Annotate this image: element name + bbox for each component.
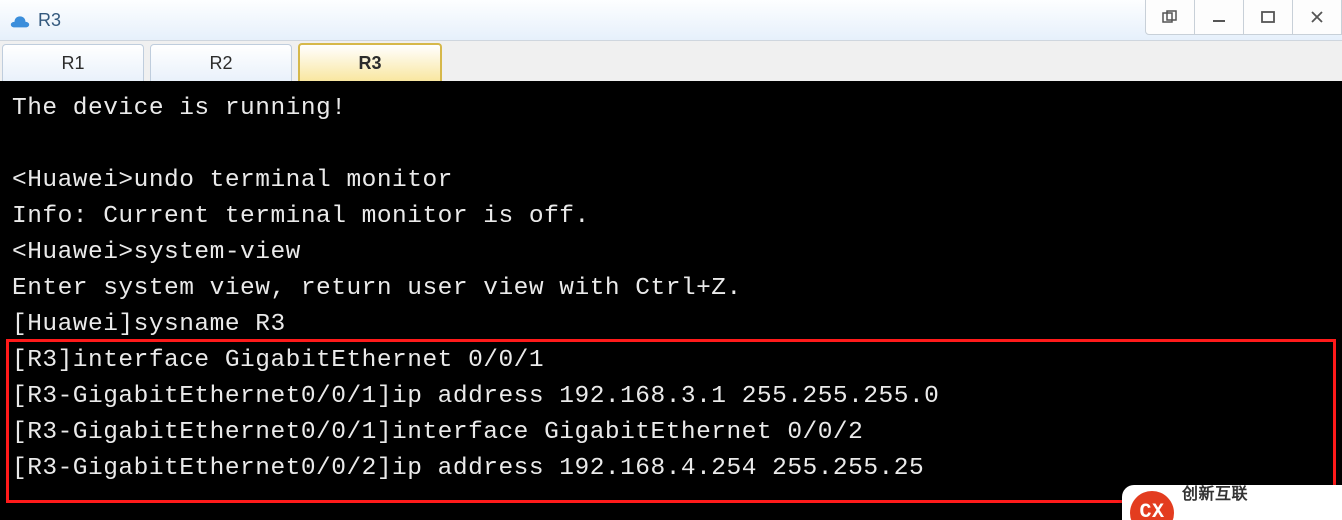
watermark-line2: CHUANG XIN HU LIAN (1182, 513, 1297, 520)
tab-label: R1 (61, 53, 84, 74)
tab-label: R2 (209, 53, 232, 74)
window-title: R3 (38, 10, 61, 31)
maximize-button[interactable] (1243, 0, 1293, 35)
watermark: CX 创新互联 CHUANG XIN HU LIAN (1122, 485, 1342, 520)
tab-row: R1 R2 R3 (0, 41, 1342, 81)
watermark-line1: 创新互联 (1182, 477, 1297, 513)
window-buttons (1146, 0, 1342, 35)
tab-label: R3 (358, 53, 381, 74)
tab-r2[interactable]: R2 (150, 44, 292, 81)
close-button[interactable] (1292, 0, 1342, 35)
minimize-button[interactable] (1194, 0, 1244, 35)
watermark-badge: CX (1130, 491, 1174, 520)
terminal-output[interactable]: The device is running! <Huawei>undo term… (0, 81, 1342, 520)
watermark-text: 创新互联 CHUANG XIN HU LIAN (1182, 477, 1297, 520)
copy-button[interactable] (1145, 0, 1195, 35)
highlight-box (6, 339, 1336, 503)
title-bar: R3 (0, 0, 1342, 41)
app-icon (8, 8, 32, 32)
tab-r1[interactable]: R1 (2, 44, 144, 81)
tab-r3[interactable]: R3 (298, 43, 442, 81)
